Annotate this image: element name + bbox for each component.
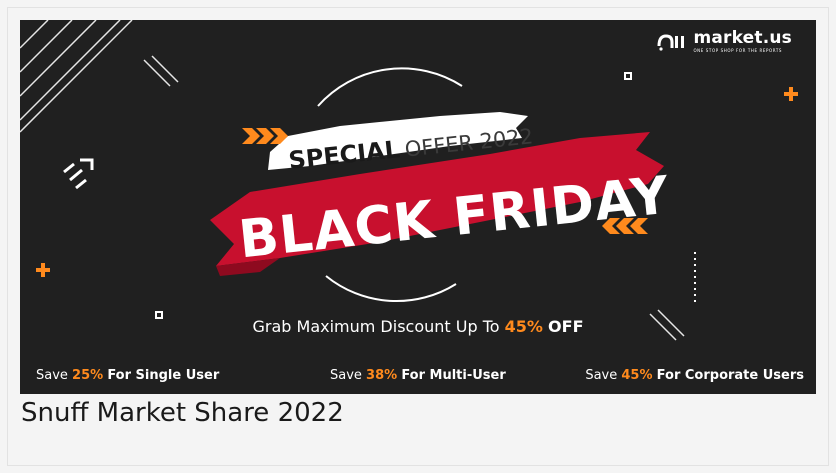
market-us-logo-icon (657, 33, 685, 51)
offer-save-text: Save (585, 368, 622, 383)
offer-save-text: Save (36, 368, 73, 383)
offer-label: For Multi-User (401, 368, 506, 383)
market-us-logo[interactable]: market.us ONE STOP SHOP FOR THE REPORTS (657, 30, 792, 53)
offer-label: For Corporate Users (656, 368, 804, 383)
promo-percent: 45% (504, 317, 543, 336)
offer-multi-user: Save 38% For Multi-User (330, 368, 506, 383)
offer-percent: 45% (621, 368, 653, 383)
offer-single-user: Save 25% For Single User (36, 368, 219, 383)
report-title-link[interactable]: Snuff Market Share 2022 (21, 398, 344, 428)
logo-name: market.us (693, 28, 792, 48)
offer-corporate-users: Save 45% For Corporate Users (585, 368, 804, 383)
offer-percent: 38% (366, 368, 398, 383)
promo-line: Grab Maximum Discount Up To 45% OFF (20, 317, 816, 336)
black-friday-banner[interactable]: market.us ONE STOP SHOP FOR THE REPORTS … (20, 20, 816, 394)
logo-tagline: ONE STOP SHOP FOR THE REPORTS (693, 48, 783, 53)
offer-label: For Single User (107, 368, 220, 383)
offer-percent: 25% (72, 368, 104, 383)
promo-prefix: Grab Maximum Discount Up To (252, 317, 505, 336)
promo-suffix: OFF (548, 317, 584, 336)
offer-save-text: Save (330, 368, 367, 383)
